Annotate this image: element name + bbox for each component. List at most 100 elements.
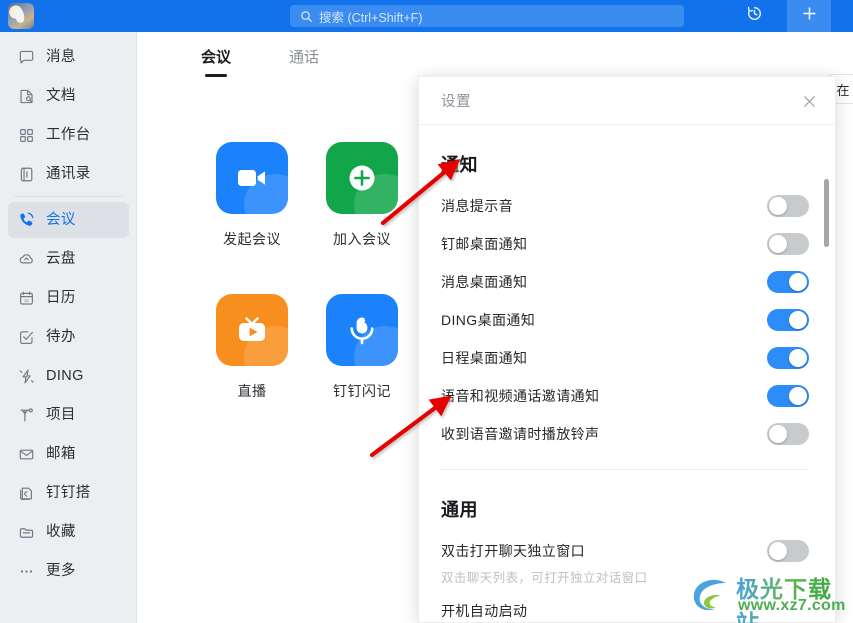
setting-row[interactable]: 开机自动启动: [441, 592, 809, 622]
sidebar-item-label: 会议: [46, 211, 76, 228]
plus-circle-icon: [326, 142, 398, 214]
setting-label: 钉邮桌面通知: [441, 236, 528, 252]
sidebar-item-工作台[interactable]: 工作台: [8, 117, 129, 153]
close-x-icon[interactable]: [797, 89, 821, 113]
project-node-icon: [17, 406, 35, 424]
setting-label: 开机自动启动: [441, 603, 528, 619]
live-tv-play-icon: [216, 294, 288, 366]
ding-bolt-icon: [17, 367, 35, 385]
sidebar-item-会议[interactable]: 会议: [8, 202, 129, 238]
ellipsis-icon: [17, 562, 35, 580]
settings-dialog-header: 设置: [419, 77, 835, 125]
search-input[interactable]: 搜索 (Ctrl+Shift+F): [290, 5, 684, 27]
section-divider: [441, 469, 809, 470]
contacts-book-icon: [17, 165, 35, 183]
sidebar-item-更多[interactable]: 更多: [8, 553, 129, 589]
document-icon: [17, 87, 35, 105]
setting-label: 消息桌面通知: [441, 274, 528, 290]
grid-apps-icon: [17, 126, 35, 144]
setting-row[interactable]: 语音和视频通话邀请通知: [441, 377, 809, 415]
history-button[interactable]: [735, 0, 773, 32]
sidebar-item-邮箱[interactable]: 邮箱: [8, 436, 129, 472]
setting-toggle[interactable]: [767, 423, 809, 445]
action-tile-grid: 发起会议 加入会议直播 钉钉闪记: [197, 142, 417, 446]
setting-toggle[interactable]: [767, 347, 809, 369]
tile-发起会议[interactable]: 发起会议: [197, 142, 307, 294]
sidebar-item-日历[interactable]: 22 日历: [8, 280, 129, 316]
tile-钉钉闪记[interactable]: 钉钉闪记: [307, 294, 417, 446]
setting-toggle[interactable]: [767, 271, 809, 293]
section-heading: 通知: [441, 155, 478, 175]
setting-label: 消息提示音: [441, 198, 513, 214]
search-placeholder-text: 搜索 (Ctrl+Shift+F): [319, 10, 423, 25]
tab-会议[interactable]: 会议: [197, 40, 235, 79]
setting-row[interactable]: 日程桌面通知: [441, 339, 809, 377]
sidebar-divider: [14, 196, 123, 197]
message-bubble-icon: [17, 48, 35, 66]
sidebar-item-项目[interactable]: 项目: [8, 397, 129, 433]
setting-label: 双击打开聊天独立窗口: [441, 543, 585, 559]
sidebar-item-label: 收藏: [46, 523, 76, 540]
svg-text:22: 22: [24, 297, 29, 302]
checkbox-task-icon: [17, 328, 35, 346]
setting-row[interactable]: 双击打开聊天独立窗口: [441, 532, 809, 570]
sidebar-item-通讯录[interactable]: 通讯录: [8, 156, 129, 192]
sidebar-item-label: 工作台: [46, 126, 91, 143]
setting-toggle[interactable]: [767, 195, 809, 217]
sidebar: 消息文档工作台通讯录会议云盘 22 日历 待办 DING 项目邮箱钉钉搭收藏更多: [0, 0, 137, 623]
sidebar-item-label: 文档: [46, 87, 76, 104]
setting-row[interactable]: 收到语音邀请时播放铃声: [441, 415, 809, 453]
setting-toggle[interactable]: [767, 233, 809, 255]
setting-row[interactable]: DING桌面通知: [441, 301, 809, 339]
phone-call-icon: [17, 211, 35, 229]
setting-toggle[interactable]: [767, 540, 809, 562]
settings-dialog-body: 通知消息提示音钉邮桌面通知 消息桌面通知 DING桌面通知 日程桌面通知语音和视频通话…: [419, 125, 835, 622]
setting-row[interactable]: 钉邮桌面通知: [441, 225, 809, 263]
sidebar-item-label: 云盘: [46, 250, 76, 267]
app-logo-container: [0, 0, 137, 32]
tile-label: 加入会议: [333, 231, 391, 247]
setting-row[interactable]: 消息提示音: [441, 187, 809, 225]
add-button[interactable]: [787, 0, 831, 32]
tab-通话[interactable]: 通话: [285, 40, 323, 79]
setting-toggle[interactable]: [767, 385, 809, 407]
tile-label: 发起会议: [223, 231, 281, 247]
tile-label: 直播: [237, 383, 267, 399]
setting-label: 语音和视频通话邀请通知: [441, 388, 600, 404]
dingtalk-build-icon: [17, 484, 35, 502]
sidebar-item-label: 邮箱: [46, 445, 76, 462]
sidebar-item-钉钉搭[interactable]: 钉钉搭: [8, 475, 129, 511]
sidebar-item-label: 项目: [46, 406, 76, 423]
sidebar-item-文档[interactable]: 文档: [8, 78, 129, 114]
sidebar-item-label: 更多: [46, 562, 76, 579]
setting-toggle[interactable]: [767, 309, 809, 331]
sidebar-item-label: 消息: [46, 48, 76, 65]
cloud-icon: [17, 250, 35, 268]
mic-record-a-icon: [326, 294, 398, 366]
setting-label: DING桌面通知: [441, 312, 536, 328]
tile-加入会议[interactable]: 加入会议: [307, 142, 417, 294]
settings-scrollbar-thumb[interactable]: [824, 179, 829, 247]
sidebar-item-label: 钉钉搭: [46, 484, 91, 501]
top-bar: 搜索 (Ctrl+Shift+F): [137, 0, 853, 32]
settings-scrollbar-track[interactable]: [824, 129, 832, 619]
sidebar-item-收藏[interactable]: 收藏: [8, 514, 129, 550]
sidebar-item-label: 通讯录: [46, 165, 91, 182]
setting-label: 日程桌面通知: [441, 350, 528, 366]
history-clock-icon: [746, 5, 763, 27]
sidebar-item-ding[interactable]: DING: [8, 358, 129, 394]
sidebar-item-云盘[interactable]: 云盘: [8, 241, 129, 277]
folder-star-icon: [17, 523, 35, 541]
tile-直播[interactable]: 直播: [197, 294, 307, 446]
settings-dialog: 设置 通知消息提示音钉邮桌面通知 消息桌面通知 DING桌面通知 日程桌面通知语音和视…: [418, 76, 836, 623]
calendar-icon: 22: [17, 289, 35, 307]
sidebar-item-label: DING: [46, 367, 84, 384]
setting-row[interactable]: 消息桌面通知: [441, 263, 809, 301]
search-icon: [300, 10, 313, 23]
video-camera-icon: [216, 142, 288, 214]
sidebar-item-待办[interactable]: 待办: [8, 319, 129, 355]
plus-icon: [801, 5, 818, 27]
mail-envelope-icon: [17, 445, 35, 463]
sidebar-item-消息[interactable]: 消息: [8, 39, 129, 75]
settings-sections: 通知消息提示音钉邮桌面通知 消息桌面通知 DING桌面通知 日程桌面通知语音和视频通话…: [441, 151, 809, 622]
